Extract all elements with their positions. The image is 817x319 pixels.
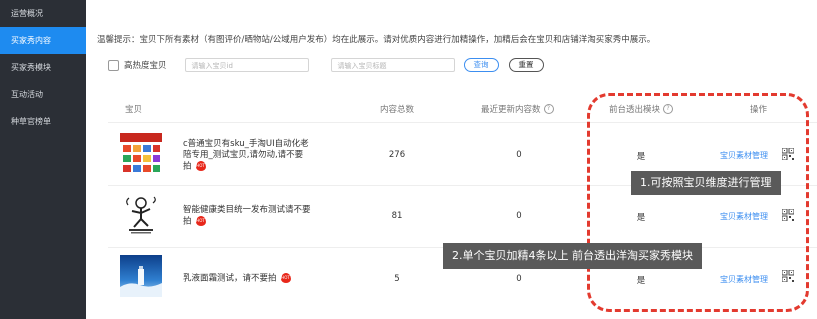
high-heat-label: 高热度宝贝 <box>124 61 167 71</box>
notice-text: 温馨提示：宝贝下所有素材（有图评价/晒物站/公域用户发布）均在此展示。请对优质内… <box>97 35 656 45</box>
annotation-note-2: 2.单个宝贝加精4条以上 前台透出洋淘买家秀模块 <box>443 243 702 269</box>
total-count: 81 <box>391 211 403 221</box>
hot-icon: HOT <box>280 273 291 283</box>
recent-count: 0 <box>516 274 522 284</box>
product-title[interactable]: 乳液面霜测试，请不要拍 HOT <box>183 273 311 285</box>
query-button[interactable]: 查询 <box>463 58 499 72</box>
hot-icon: HOT <box>195 216 206 226</box>
total-count: 5 <box>394 274 400 284</box>
sidebar-item-buyer-show-module[interactable]: 买家秀模块 <box>0 54 86 81</box>
header-recent: 最近更新内容数 ? <box>481 103 554 115</box>
recent-count: 0 <box>516 211 522 221</box>
header-recent-label: 最近更新内容数 <box>481 105 541 115</box>
product-thumbnail[interactable] <box>120 193 162 235</box>
header-total: 内容总数 <box>380 105 415 115</box>
hot-icon: HOT <box>195 161 206 171</box>
reset-button[interactable]: 重置 <box>508 58 544 72</box>
product-title[interactable]: c普通宝贝有sku_手淘UI自动化老陪专用_测试宝贝,请勿动,请不要拍 HOT <box>183 139 311 173</box>
high-heat-checkbox[interactable] <box>108 59 119 71</box>
help-icon[interactable]: ? <box>543 104 554 114</box>
product-thumbnail[interactable] <box>120 255 162 297</box>
total-count: 276 <box>388 150 406 160</box>
sidebar-item-interactive-activity[interactable]: 互动活动 <box>0 81 86 108</box>
recent-count: 0 <box>516 150 522 160</box>
product-thumbnail[interactable] <box>120 133 162 175</box>
header-item: 宝贝 <box>125 105 143 115</box>
item-id-input[interactable]: 请输入宝贝id <box>184 58 309 72</box>
annotation-note-1: 1.可按照宝贝维度进行管理 <box>631 171 781 195</box>
product-title[interactable]: 智能健康类目统一发布测试请不要拍 HOT <box>183 205 311 228</box>
sidebar-item-buyer-show-content[interactable]: 买家秀内容 <box>0 27 86 54</box>
sidebar: 运营概况 买家秀内容 买家秀模块 互动活动 种草官榜单 <box>0 0 86 319</box>
highlight-dashed-frame <box>587 93 809 312</box>
sidebar-item-overview[interactable]: 运营概况 <box>0 0 86 27</box>
filter-bar: 高热度宝贝 请输入宝贝id 请输入宝贝标题 查询 重置 <box>108 57 544 73</box>
sidebar-item-seeding-ranking[interactable]: 种草官榜单 <box>0 108 86 135</box>
item-title-input[interactable]: 请输入宝贝标题 <box>330 58 455 72</box>
